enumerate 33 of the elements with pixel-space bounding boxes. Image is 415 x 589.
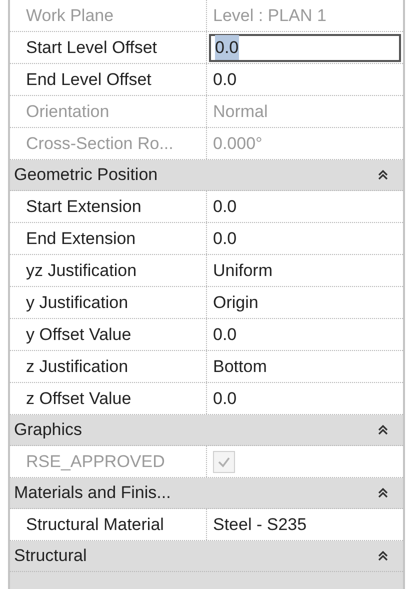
property-value[interactable]: 0.0 (209, 66, 237, 92)
property-label: yz Justification (26, 260, 137, 282)
property-label: y Offset Value (26, 324, 132, 346)
property-label: Structural Material (26, 514, 164, 536)
collapse-icon[interactable] (377, 424, 389, 436)
section-title: Structural (14, 545, 87, 568)
property-value[interactable]: 0.0 (209, 226, 237, 252)
property-label: End Level Offset (26, 68, 152, 91)
collapse-icon[interactable] (377, 169, 389, 181)
property-value[interactable]: Origin (209, 290, 258, 316)
property-value[interactable]: 0.0 (209, 386, 237, 412)
property-label: Cross-Section Ro... (26, 132, 174, 155)
section-title: Geometric Position (14, 164, 158, 186)
property-value[interactable]: 0.0 (209, 322, 237, 348)
property-value[interactable]: Uniform (209, 258, 273, 284)
property-label: RSE_APPROVED (26, 450, 165, 473)
property-label: Work Plane (26, 4, 114, 27)
property-label: z Justification (26, 356, 128, 378)
collapse-icon[interactable] (377, 487, 389, 499)
section-title: Materials and Finis... (14, 482, 171, 504)
property-label: End Extension (26, 228, 136, 250)
check-icon (217, 454, 231, 468)
property-label: Orientation (26, 100, 110, 123)
property-label: Start Extension (26, 196, 142, 218)
property-value[interactable]: Bottom (209, 354, 267, 380)
collapse-icon[interactable] (377, 550, 389, 562)
property-label: y Justification (26, 292, 128, 314)
property-value[interactable]: 0.0 (209, 194, 237, 220)
section-title: Graphics (14, 419, 82, 442)
property-value[interactable]: Steel - S235 (209, 512, 307, 538)
value-field[interactable]: 0.0 (209, 34, 401, 62)
property-label: Start Level Offset (26, 36, 158, 59)
property-label: z Offset Value (26, 388, 132, 410)
